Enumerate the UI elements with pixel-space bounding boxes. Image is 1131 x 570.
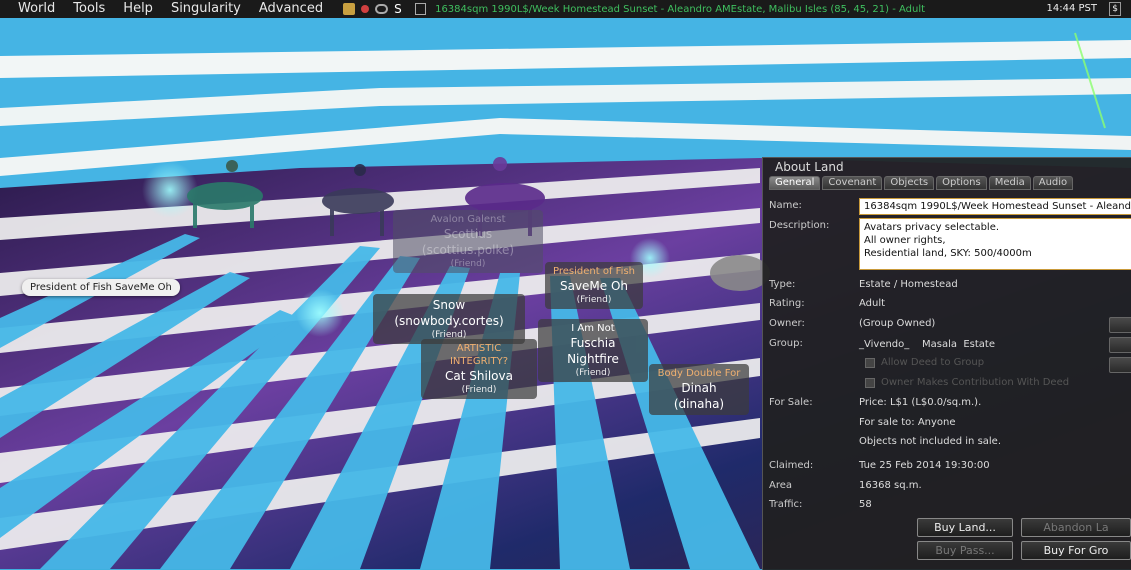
buy-for-group-button[interactable]: Buy For Gro bbox=[1021, 541, 1131, 560]
group-value: _Vivendo_ Masala Estate bbox=[859, 339, 995, 350]
panel-title[interactable]: About Land bbox=[763, 158, 1131, 176]
name-tag-title: I Am Not bbox=[571, 323, 615, 334]
group-set-button[interactable] bbox=[1109, 337, 1131, 353]
name-tag-fuschia[interactable]: I Am Not Fuschia Nightfire (Friend) bbox=[538, 319, 648, 382]
name-field[interactable]: 16384sqm 1990L$/Week Homestead Sunset - … bbox=[859, 198, 1131, 215]
traffic-label: Traffic: bbox=[769, 499, 803, 510]
about-land-panel: About Land General Covenant Objects Opti… bbox=[762, 157, 1131, 570]
menu-world[interactable]: World bbox=[0, 0, 64, 18]
buy-pass-button[interactable]: Buy Pass... bbox=[917, 541, 1013, 560]
price-value: Price: L$1 (L$0.0/sq.m.). bbox=[859, 397, 982, 408]
objects-note: Objects not included in sale. bbox=[859, 436, 1002, 447]
type-value: Estate / Homestead bbox=[859, 279, 958, 290]
owner-contribution-label: Owner Makes Contribution With Deed bbox=[881, 377, 1070, 388]
rating-label: Rating: bbox=[769, 298, 805, 309]
name-tag-saveme-oh[interactable]: President of Fish SaveMe Oh (Friend) bbox=[545, 262, 643, 309]
description-line: All owner rights, bbox=[864, 235, 946, 246]
name-tag-cat-shilova[interactable]: ARTISTIC INTEGRITY? Cat Shilova (Friend) bbox=[421, 339, 537, 399]
name-tag-name: Fuschia Nightfire bbox=[567, 336, 619, 366]
name-tag-dinah[interactable]: Body Double For Dinah (dinaha) bbox=[649, 364, 749, 415]
owner-profile-button[interactable] bbox=[1109, 317, 1131, 333]
claimed-value: Tue 25 Feb 2014 19:30:00 bbox=[859, 460, 990, 471]
tab-media[interactable]: Media bbox=[988, 176, 1031, 190]
deed-button[interactable] bbox=[1109, 357, 1131, 373]
abandon-land-button[interactable]: Abandon La bbox=[1021, 518, 1131, 537]
allow-deed-checkbox[interactable]: Allow Deed to Group bbox=[865, 357, 984, 368]
name-tag-scottius[interactable]: Avalon Galenst Scottius (scottius.polke)… bbox=[393, 210, 543, 273]
description-field[interactable]: Avatars privacy selectable. All owner ri… bbox=[859, 218, 1131, 270]
parcel-info[interactable]: 16384sqm 1990L$/Week Homestead Sunset - … bbox=[435, 4, 925, 15]
rating-value: Adult bbox=[859, 298, 886, 309]
snapshot-icon[interactable] bbox=[415, 3, 427, 15]
checkbox-box bbox=[865, 377, 875, 388]
menu-advanced[interactable]: Advanced bbox=[250, 0, 332, 18]
tab-bar: General Covenant Objects Options Media A… bbox=[763, 176, 1131, 190]
menu-bar: World Tools Help Singularity Advanced S … bbox=[0, 0, 1131, 18]
for-sale-label: For Sale: bbox=[769, 397, 813, 408]
tab-objects[interactable]: Objects bbox=[884, 176, 935, 190]
name-tag-name: Dinah (dinaha) bbox=[673, 381, 725, 411]
name-tag-title: ARTISTIC INTEGRITY? bbox=[449, 343, 509, 367]
name-tag-name: Scottius (scottius.polke) bbox=[421, 227, 515, 257]
group-label: Group: bbox=[769, 338, 803, 349]
name-tag-title: Avalon Galenst bbox=[430, 214, 506, 225]
owner-value: (Group Owned) bbox=[859, 318, 936, 329]
checkbox-box bbox=[865, 357, 875, 368]
name-tag-name: Snow (snowbody.cortes) bbox=[394, 298, 504, 328]
traffic-value: 58 bbox=[859, 499, 872, 510]
area-label: Area bbox=[769, 480, 793, 491]
description-label: Description: bbox=[769, 220, 830, 231]
menu-help[interactable]: Help bbox=[114, 0, 162, 18]
tab-audio[interactable]: Audio bbox=[1032, 176, 1074, 190]
menu-singularity[interactable]: Singularity bbox=[162, 0, 250, 18]
name-tag-snow[interactable]: Snow (snowbody.cortes) (Friend) bbox=[373, 294, 525, 344]
name-tag-status: (Friend) bbox=[575, 368, 611, 378]
description-line: Residential land, SKY: 500/4000m bbox=[864, 248, 1032, 259]
tab-options[interactable]: Options bbox=[936, 176, 987, 190]
owner-contribution-checkbox[interactable]: Owner Makes Contribution With Deed bbox=[865, 377, 1069, 388]
name-tag-status: (Friend) bbox=[450, 259, 486, 269]
claimed-label: Claimed: bbox=[769, 460, 814, 471]
type-label: Type: bbox=[769, 279, 796, 290]
build-icon[interactable] bbox=[343, 3, 356, 15]
script-icon[interactable]: S bbox=[394, 3, 406, 15]
menu-tools[interactable]: Tools bbox=[64, 0, 114, 18]
name-tag-title: President of Fish bbox=[553, 266, 635, 277]
buy-land-button[interactable]: Buy Land... bbox=[917, 518, 1013, 537]
eye-icon[interactable] bbox=[375, 4, 389, 14]
name-tag-status: (Friend) bbox=[461, 385, 497, 395]
allow-deed-label: Allow Deed to Group bbox=[881, 357, 985, 368]
name-label: Name: bbox=[769, 200, 802, 211]
name-tag-title: Body Double For bbox=[657, 368, 741, 379]
owner-label: Owner: bbox=[769, 318, 805, 329]
hover-tooltip: President of Fish SaveMe Oh bbox=[22, 279, 180, 296]
description-line: Avatars privacy selectable. bbox=[864, 222, 1000, 233]
sale-to-value: For sale to: Anyone bbox=[859, 417, 956, 428]
clock: 14:44 PST bbox=[1046, 3, 1097, 14]
area-value: 16368 sq.m. bbox=[859, 480, 922, 491]
tab-covenant[interactable]: Covenant bbox=[822, 176, 883, 190]
currency-button[interactable]: $ bbox=[1109, 2, 1121, 16]
no-push-icon[interactable] bbox=[361, 5, 370, 13]
name-tag-name: Cat Shilova bbox=[445, 369, 513, 383]
name-tag-status: (Friend) bbox=[576, 295, 612, 305]
name-tag-name: SaveMe Oh bbox=[559, 279, 629, 293]
tab-general[interactable]: General bbox=[769, 176, 821, 190]
